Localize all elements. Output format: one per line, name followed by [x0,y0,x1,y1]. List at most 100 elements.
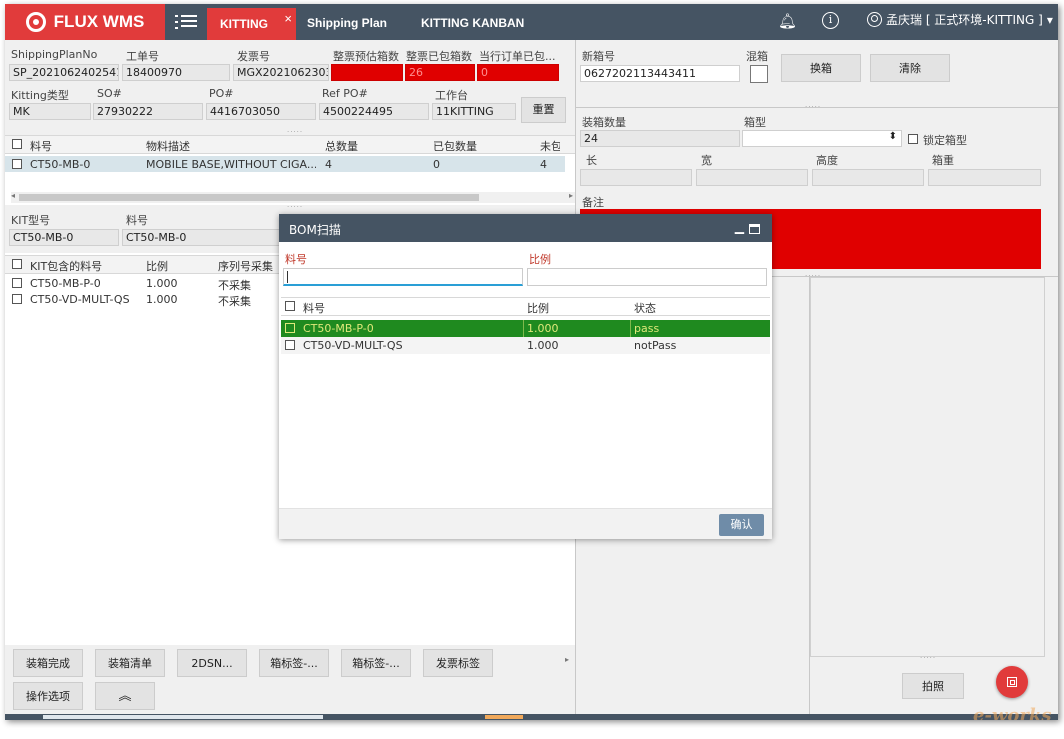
shipping-plan-no-field[interactable]: SP_2021062402541 [9,64,119,81]
progress-track [43,715,323,719]
new-box-field[interactable]: 0627202113443411 [580,65,740,82]
pack-qty-field[interactable]: 24 [580,130,740,147]
tab-kitting-kanban[interactable]: KITTING KANBAN [421,16,524,30]
current-order-field: 0 [477,64,559,81]
change-box-button[interactable]: 换箱 [781,54,861,82]
info-icon[interactable]: i [822,12,839,29]
scroll-right-icon[interactable]: ▸ [565,655,569,664]
work-order-field[interactable]: 18400970 [122,64,230,81]
logo-text: FLUX WMS [53,12,145,31]
row-checkbox[interactable] [285,340,295,350]
bell-icon[interactable]: 🔔︎ [778,12,797,30]
mixed-box-label: 混箱 [746,50,768,63]
mixed-box-checkbox[interactable] [750,65,768,83]
tab-kitting-label: KITTING [220,17,268,31]
box-label-button-2[interactable]: 箱标签-... [341,649,411,677]
col-desc: 物料描述 [146,140,190,153]
box-type-select[interactable]: ⬍ [742,130,902,147]
packing-list-button[interactable]: 装箱清单 [95,649,165,677]
qr-scan-icon [1007,677,1017,687]
tab-kitting[interactable]: KITTING × [207,8,296,40]
photo-button[interactable]: 拍照 [902,673,964,699]
menu-list-icon[interactable] [175,12,197,32]
options-button[interactable]: 操作选项 [13,682,83,710]
row-checkbox[interactable] [12,159,22,169]
weight-field[interactable] [928,169,1041,186]
cell-divider [523,320,524,337]
box-header: 新箱号 0627202113443411 混箱 换箱 清除 [576,40,1058,104]
scan-fab-button[interactable] [996,666,1028,698]
2dsn-button[interactable]: 2DSN... [177,649,247,677]
clear-button[interactable]: 清除 [870,54,950,82]
pack-complete-button[interactable]: 装箱完成 [13,649,83,677]
confirm-button[interactable]: 确认 [719,514,764,536]
select-all-checkbox[interactable] [285,301,295,311]
table-row[interactable]: CT50-VD-MULT-QS 1.000 不采集 [5,291,280,308]
width-field[interactable] [696,169,808,186]
col-ratio: 比例 [146,260,168,273]
kit-part-field[interactable]: CT50-MB-0 [122,229,282,246]
select-all-checkbox[interactable] [12,259,22,269]
box-type-label: 箱型 [744,116,766,129]
col-kit-part: KIT包含的料号 [30,260,103,273]
lock-box-type-checkbox[interactable] [908,134,918,144]
length-field[interactable] [580,169,692,186]
ref-po-field[interactable]: 4500224495 [319,103,429,120]
col-packed: 已包数量 [433,140,477,153]
kitting-type-field[interactable]: MK [9,103,91,120]
kit-model-field[interactable]: CT50-MB-0 [9,229,119,246]
height-field[interactable] [812,169,924,186]
row-checkbox[interactable] [12,278,22,288]
horizontal-scrollbar[interactable]: ◂ ▸ [11,191,575,203]
col-serial: 序列号采集 [218,260,273,273]
scrollbar-thumb[interactable] [19,194,479,201]
collapse-icon[interactable]: ︽ [95,682,155,710]
dialog-ratio-input[interactable] [527,268,767,286]
col-ratio: 比例 [527,302,549,315]
invoice-no-field[interactable]: MGX20210623039 [233,64,329,81]
col-status: 状态 [634,302,656,315]
scroll-left-icon[interactable]: ◂ [11,191,15,200]
dialog-titlebar[interactable]: BOM扫描 ▁ [279,214,772,242]
cell-serial: 不采集 [218,295,251,308]
dialog-part-input[interactable] [283,268,523,286]
splitter-handle[interactable]: ····· [920,654,936,662]
flux-logo-icon [25,12,46,32]
maximize-icon[interactable] [749,224,760,234]
est-boxes-field [331,64,403,81]
close-icon[interactable]: × [284,11,292,26]
select-all-checkbox[interactable] [12,139,22,149]
po-field[interactable]: 4416703050 [206,103,316,120]
invoice-label-button[interactable]: 发票标签 [423,649,493,677]
minimize-icon[interactable]: ▁ [735,220,744,234]
cell-desc: MOBILE BASE,WITHOUT CIGA... [146,158,316,171]
table-row-pass[interactable]: CT50-MB-P-0 1.000 pass [281,320,770,337]
cell-kit-part: CT50-MB-P-0 [30,277,101,290]
row-checkbox[interactable] [12,294,22,304]
packed-boxes-label: 整票已包箱数 [406,50,472,63]
pack-qty-label: 装箱数量 [582,116,626,129]
dialog-grid-header: 料号 比例 状态 [281,297,770,316]
table-row-notpass[interactable]: CT50-VD-MULT-QS 1.000 notPass [281,337,770,354]
user-menu[interactable]: 孟庆瑞 [ 正式环境-KITTING ] ▾ [867,11,1053,28]
user-icon [867,12,882,27]
scroll-right-icon[interactable]: ▸ [569,191,573,200]
so-label: SO# [97,87,122,100]
weight-label: 箱重 [932,154,954,167]
dialog-title: BOM扫描 [289,223,341,237]
table-row[interactable]: CT50-MB-0 MOBILE BASE,WITHOUT CIGA... 4 … [5,156,565,172]
chevron-down-icon: ▾ [1046,12,1053,27]
cell-ratio: 1.000 [527,322,559,335]
so-field[interactable]: 27930222 [93,103,203,120]
text-cursor [287,271,288,283]
bom-scan-dialog: BOM扫描 ▁ 料号 比例 料号 比例 状态 CT50-MB-P-0 1.000… [279,214,772,539]
work-order-label: 工单号 [126,50,159,63]
table-row[interactable]: CT50-MB-P-0 1.000 不采集 [5,275,280,292]
row-checkbox[interactable] [285,323,295,333]
tab-shipping-plan[interactable]: Shipping Plan [307,16,387,30]
reset-button[interactable]: 重置 [521,97,566,123]
box-label-button-1[interactable]: 箱标签-... [259,649,329,677]
workstation-field[interactable]: 11KITTING [432,103,516,120]
dialog-part-label: 料号 [285,253,307,266]
cell-total: 4 [325,158,332,171]
